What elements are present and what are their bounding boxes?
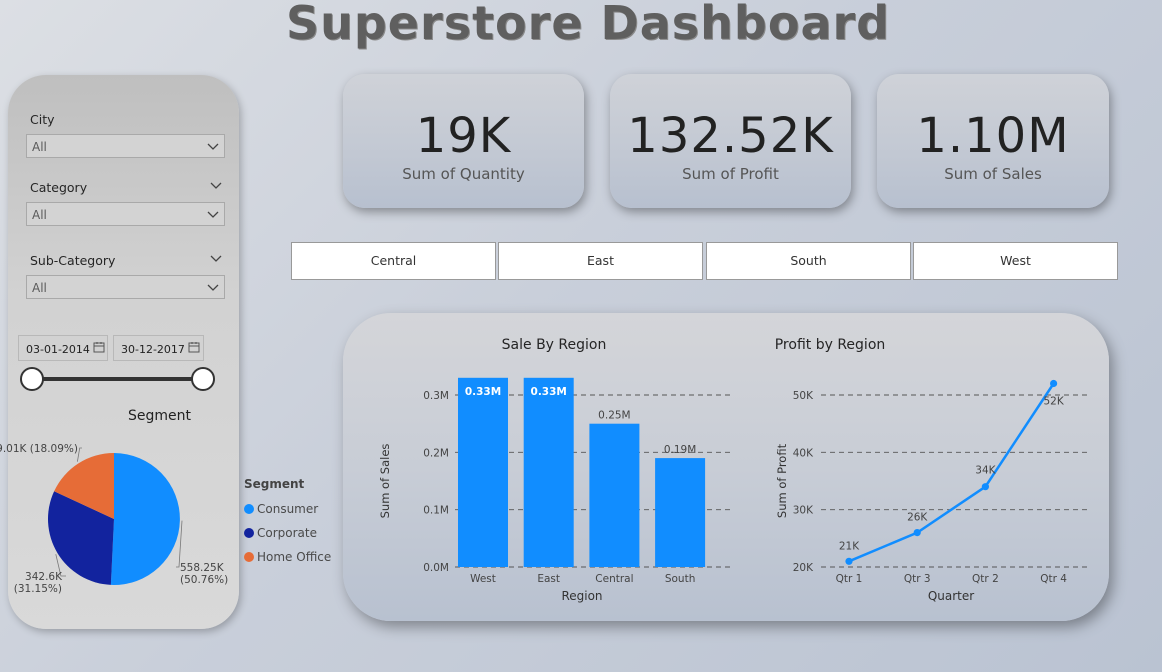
legend-marker [244, 528, 254, 538]
category-dropdown-value: All [32, 208, 47, 222]
bar-chart-title: Sale By Region [502, 337, 607, 353]
city-slicer-label: City [30, 112, 55, 127]
start-date-value: 03-01-2014 [26, 343, 90, 356]
subcategory-slicer-label: Sub-Category [30, 253, 116, 268]
kpi-label: Sum of Profit [682, 165, 779, 183]
bar-data-label: 0.25M [598, 410, 630, 422]
pie-data-label: 99.01K (18.09%) [0, 443, 78, 455]
kpi-value: 132.52K [627, 108, 834, 164]
bar-x-tick-label: East [537, 573, 560, 585]
line-point[interactable] [1050, 379, 1058, 388]
line-x-axis-title: Quarter [928, 589, 974, 603]
legend-label: Corporate [257, 526, 317, 540]
line-data-label: 21K [839, 540, 860, 552]
line-data-label: 26K [907, 512, 928, 524]
line-y-axis-title: Sum of Profit [775, 443, 789, 518]
bar-y-tick-label: 0.1M [423, 505, 449, 517]
date-slider-track[interactable] [32, 377, 203, 381]
line-point[interactable] [981, 483, 990, 491]
city-dropdown-value: All [32, 140, 47, 154]
line-y-tick-label: 40K [793, 447, 814, 459]
subcategory-dropdown-value: All [32, 281, 47, 295]
line-chart-title: Profit by Region [775, 337, 886, 353]
line-x-tick-label: Qtr 3 [904, 573, 931, 585]
chevron-down-icon[interactable] [210, 255, 222, 263]
start-date-input[interactable]: 03-01-2014 [18, 335, 108, 361]
segment-legend: Segment Consumer Corporate Home Office [244, 477, 331, 569]
bar-x-tick-label: West [470, 573, 496, 585]
bar-data-label: 0.19M [664, 444, 696, 456]
segment-pie-chart[interactable]: 558.25K(50.76%) 342.6K(31.15%) 99.01K (18.… [0, 435, 240, 605]
line-y-tick-label: 30K [793, 505, 814, 517]
bar-x-axis-title: Region [561, 589, 602, 603]
bar-west[interactable] [458, 377, 508, 567]
region-charts[interactable]: Sale By Region 0.0M 0.1M 0.2M 0.3M Sum of Sal… [343, 313, 1109, 621]
pie-slice-consumer[interactable] [110, 453, 180, 585]
line-data-label: 52K [1043, 396, 1064, 408]
chevron-down-icon[interactable] [210, 182, 222, 190]
calendar-icon[interactable] [93, 341, 105, 353]
region-button-south[interactable]: South [706, 242, 911, 280]
charts-panel: Sale By Region 0.0M 0.1M 0.2M 0.3M Sum of Sal… [343, 313, 1109, 621]
line-y-tick-label: 50K [793, 390, 814, 402]
calendar-icon[interactable] [188, 341, 200, 353]
line-x-tick-label: Qtr 4 [1040, 573, 1067, 585]
chevron-down-icon [207, 284, 219, 291]
legend-title: Segment [244, 477, 305, 491]
region-button-west[interactable]: West [913, 242, 1118, 280]
bar-x-tick-label: South [665, 573, 696, 585]
kpi-card-sales: 1.10M Sum of Sales [877, 74, 1109, 208]
bar-y-tick-label: 0.3M [423, 390, 449, 402]
pie-data-pct: (31.15%) [14, 583, 62, 595]
category-dropdown[interactable]: All [26, 202, 225, 226]
end-date-value: 30-12-2017 [121, 343, 185, 356]
profit-line[interactable] [848, 382, 1055, 563]
bar-east[interactable] [523, 377, 574, 567]
bar-y-tick-label: 0.0M [423, 562, 449, 574]
kpi-value: 19K [415, 108, 512, 164]
city-dropdown[interactable]: All [26, 134, 225, 158]
legend-marker [244, 552, 254, 562]
date-slider-start-handle[interactable] [20, 367, 44, 391]
legend-item-home-office[interactable]: Home Office [244, 545, 331, 569]
line-data-label: 34K [975, 465, 996, 477]
category-slicer-label: Category [30, 180, 88, 195]
line-x-tick-label: Qtr 1 [836, 573, 863, 585]
kpi-label: Sum of Sales [944, 165, 1042, 183]
chevron-down-icon [207, 143, 219, 150]
region-button-central[interactable]: Central [291, 242, 496, 280]
kpi-card-profit: 132.52K Sum of Profit [610, 74, 851, 208]
bar-x-tick-label: Central [595, 573, 633, 585]
subcategory-dropdown[interactable]: All [26, 275, 225, 299]
pie-data-pct: (50.76%) [180, 574, 228, 586]
bar-central[interactable] [589, 423, 640, 567]
region-button-east[interactable]: East [498, 242, 703, 280]
line-x-tick-label: Qtr 2 [972, 573, 999, 585]
bar-south[interactable] [655, 458, 706, 567]
chevron-down-icon [207, 211, 219, 218]
line-point[interactable] [845, 557, 853, 565]
line-y-tick-label: 20K [793, 562, 814, 574]
bar-y-tick-label: 0.2M [423, 447, 449, 459]
line-point[interactable] [913, 529, 921, 537]
pie-leader-line [77, 447, 82, 462]
bar-data-label: 0.33M [531, 386, 567, 398]
date-slider-end-handle[interactable] [191, 367, 215, 391]
pie-data-label: 342.6K [25, 571, 63, 583]
pie-data-label: 558.25K [180, 562, 225, 574]
segment-chart-title: Segment [128, 408, 191, 424]
dashboard-title: Superstore Dashboard [286, 0, 891, 50]
legend-item-consumer[interactable]: Consumer [244, 497, 331, 521]
legend-label: Consumer [257, 502, 319, 516]
bar-y-axis-title: Sum of Sales [378, 444, 392, 519]
kpi-value: 1.10M [916, 108, 1070, 164]
kpi-card-quantity: 19K Sum of Quantity [343, 74, 584, 208]
legend-marker [244, 504, 254, 514]
end-date-input[interactable]: 30-12-2017 [113, 335, 204, 361]
legend-label: Home Office [257, 550, 332, 564]
kpi-label: Sum of Quantity [402, 165, 525, 183]
legend-item-corporate[interactable]: Corporate [244, 521, 331, 545]
bar-data-label: 0.33M [465, 386, 501, 398]
